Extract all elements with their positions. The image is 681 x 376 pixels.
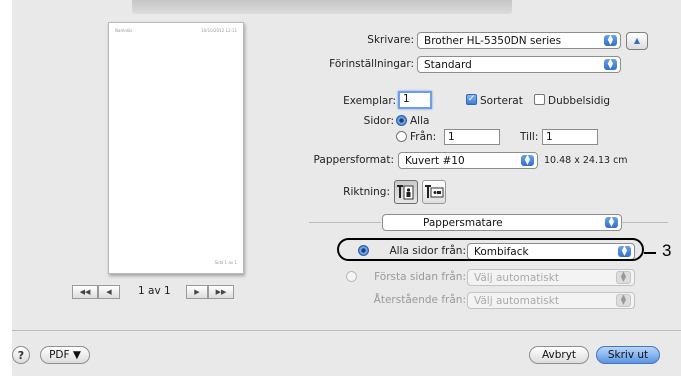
pdf-menu-button[interactable]: PDF ▼ xyxy=(40,346,90,364)
pages-to-input[interactable]: 1 xyxy=(542,129,598,145)
first-page-button[interactable]: ◀◀ xyxy=(72,285,98,299)
footer-divider xyxy=(12,330,681,331)
presets-popup[interactable]: Standard ▲ ▼ xyxy=(417,56,621,73)
callout-leader-line xyxy=(644,252,656,254)
first-page-from-popup[interactable]: Välj automatiskt ▲ ▼ xyxy=(467,269,635,286)
popup-arrows-icon: ▲ ▼ xyxy=(616,271,631,284)
callout-number: 3 xyxy=(662,241,672,260)
popup-arrows-icon: ▲ ▼ xyxy=(604,58,617,70)
panel-divider-right xyxy=(622,222,668,223)
triangle-up-icon: ▲ xyxy=(633,36,641,45)
pages-from-input[interactable]: 1 xyxy=(444,129,500,145)
pages-from-radio[interactable] xyxy=(396,131,407,142)
paper-size-dimensions: 10.48 x 24.13 cm xyxy=(544,155,628,166)
printer-value: Brother HL-5350DN series xyxy=(424,35,562,47)
popup-arrows-icon: ▲ ▼ xyxy=(605,216,618,228)
presets-value: Standard xyxy=(424,59,472,71)
panel-divider-left xyxy=(309,222,381,223)
pages-from-label: Från: xyxy=(410,131,437,143)
pages-all-label: Alla xyxy=(410,115,430,127)
last-page-button[interactable]: ▶▶ xyxy=(208,285,234,299)
remaining-from-popup[interactable]: Välj automatiskt ▲ ▼ xyxy=(467,292,635,309)
page-indicator: 1 av 1 xyxy=(138,285,171,297)
printer-popup[interactable]: Brother HL-5350DN series ▲ ▼ xyxy=(417,32,621,49)
duplex-label: Dubbelsidig xyxy=(548,95,611,107)
orientation-landscape-button[interactable] xyxy=(422,180,446,204)
collated-label: Sorterat xyxy=(480,95,523,107)
disclosure-button[interactable]: ▲ xyxy=(626,32,648,50)
popup-arrows-icon: ▲ ▼ xyxy=(521,154,534,166)
page-preview: Namnlös 10/10/2012 12:11 Sida 1 av 1 xyxy=(108,22,244,274)
duplex-checkbox[interactable] xyxy=(534,94,545,105)
paper-size-label: Pappersformat: xyxy=(313,154,394,166)
landscape-icon xyxy=(425,185,444,198)
remaining-from-value: Välj automatiskt xyxy=(474,295,559,307)
paper-size-popup[interactable]: Kuvert #10 ▲ ▼ xyxy=(398,152,538,169)
remaining-from-label: Återstående från: xyxy=(373,294,466,306)
preview-header-left: Namnlös xyxy=(115,28,133,33)
printer-label: Skrivare: xyxy=(367,34,414,46)
orientation-portrait-button[interactable] xyxy=(394,180,418,204)
pages-to-label: Till: xyxy=(520,131,539,143)
print-dialog: Namnlös 10/10/2012 12:11 Sida 1 av 1 ◀◀ … xyxy=(12,0,681,376)
prev-page-button[interactable]: ◀ xyxy=(98,285,120,299)
help-button[interactable]: ? xyxy=(12,346,30,364)
copies-label: Exemplar: xyxy=(343,95,396,107)
preview-footer: Sida 1 av 1 xyxy=(214,260,237,265)
presets-label: Förinställningar: xyxy=(329,58,414,70)
callout-highlight xyxy=(337,238,644,261)
collated-checkbox[interactable]: ✓ xyxy=(466,94,477,105)
copies-input[interactable]: 1 xyxy=(398,91,432,109)
popup-arrows-icon: ▲ ▼ xyxy=(616,294,631,307)
window-top-strip xyxy=(132,0,512,14)
portrait-icon xyxy=(397,185,414,200)
paper-size-value: Kuvert #10 xyxy=(405,155,465,167)
cancel-button[interactable]: Avbryt xyxy=(529,346,589,364)
pages-all-radio[interactable] xyxy=(396,115,407,126)
orientation-label: Riktning: xyxy=(343,186,390,198)
first-page-from-value: Välj automatiskt xyxy=(474,272,559,284)
preview-header-right: 10/10/2012 12:11 xyxy=(201,28,237,33)
panel-popup[interactable]: Pappersmatare ▲ ▼ xyxy=(382,214,622,231)
first-page-from-label: Första sidan från: xyxy=(374,271,466,283)
popup-arrows-icon: ▲ ▼ xyxy=(604,34,617,46)
pages-label: Sidor: xyxy=(363,115,394,127)
panel-value: Pappersmatare xyxy=(423,217,503,229)
next-page-button[interactable]: ▶ xyxy=(186,285,208,299)
print-button[interactable]: Skriv ut xyxy=(596,346,660,364)
